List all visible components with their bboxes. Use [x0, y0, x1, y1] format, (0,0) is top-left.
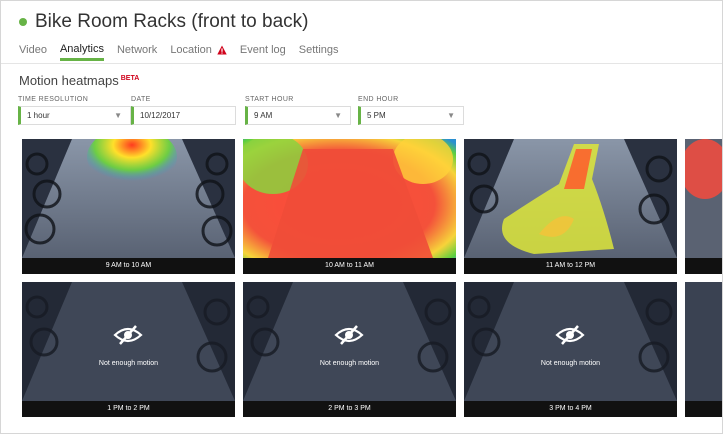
chevron-down-icon: ▼	[114, 111, 122, 120]
heatmap-tile[interactable]: 11 AM to 12 PM	[464, 139, 677, 274]
tab-event-log[interactable]: Event log	[240, 43, 286, 61]
heatmap-caption: 9 AM to 10 AM	[22, 258, 235, 274]
end-hour-filter: END HOUR 5 PM ▼	[358, 96, 464, 125]
tab-video[interactable]: Video	[19, 43, 47, 61]
heatmap-tile[interactable]: Not enough motion 2 PM to 3 PM	[243, 282, 456, 417]
tab-label: Video	[19, 43, 47, 56]
heatmap-tile[interactable]	[685, 282, 722, 417]
end-hour-value: 5 PM	[367, 111, 386, 120]
no-motion-message: Not enough motion	[98, 360, 159, 367]
heatmap-tile[interactable]: 9 AM to 10 AM	[22, 139, 235, 274]
start-hour-value: 9 AM	[254, 111, 273, 120]
end-hour-select[interactable]: 5 PM ▼	[358, 106, 464, 125]
heatmap-image	[22, 139, 235, 258]
heatmap-caption: 10 AM to 11 AM	[243, 258, 456, 274]
start-hour-label: START HOUR	[245, 96, 294, 103]
heatmap-tile[interactable]	[685, 139, 722, 274]
heatmap-caption: 11 AM to 12 PM	[464, 258, 677, 274]
section-title-text: Motion heatmaps	[19, 73, 119, 88]
heatmap-caption: 2 PM to 3 PM	[243, 401, 456, 417]
tabs-divider	[1, 63, 722, 64]
time-resolution-filter: TIME RESOLUTION 1 hour ▼	[18, 96, 131, 125]
heatmap-caption	[685, 401, 722, 417]
tab-bar: Video Analytics Network Location Event l…	[19, 43, 352, 61]
heatmap-image	[464, 139, 677, 258]
tab-label: Network	[116, 43, 158, 56]
online-status-dot	[19, 18, 27, 26]
tab-location[interactable]: Location	[170, 43, 227, 61]
tab-label: Analytics	[59, 43, 104, 55]
tab-settings[interactable]: Settings	[299, 43, 339, 61]
date-label: DATE	[131, 96, 151, 103]
chevron-down-icon: ▼	[447, 111, 455, 120]
heatmap-image	[685, 282, 722, 401]
section-title: Motion heatmaps BETA	[19, 73, 139, 88]
warning-icon	[217, 45, 227, 54]
date-filter: DATE 10/12/2017	[131, 96, 236, 125]
time-resolution-select[interactable]: 1 hour ▼	[18, 106, 131, 125]
heatmap-tile[interactable]: 10 AM to 11 AM	[243, 139, 456, 274]
tab-label: Location	[170, 43, 212, 56]
tab-label: Event log	[239, 43, 286, 56]
heatmap-image	[243, 139, 456, 258]
date-value: 10/12/2017	[140, 111, 181, 120]
time-resolution-value: 1 hour	[27, 111, 50, 120]
tab-label: Settings	[298, 43, 339, 56]
no-motion-message: Not enough motion	[319, 360, 380, 367]
heatmap-caption	[685, 258, 722, 274]
date-field[interactable]: 10/12/2017	[131, 106, 236, 125]
heatmap-caption: 1 PM to 2 PM	[22, 401, 235, 417]
beta-badge: BETA	[120, 74, 140, 82]
camera-analytics-page: Bike Room Racks (front to back) Video An…	[0, 0, 723, 434]
time-resolution-label: TIME RESOLUTION	[18, 96, 89, 103]
camera-header: Bike Room Racks (front to back)	[19, 10, 308, 34]
heatmap-image	[685, 139, 722, 258]
eye-slash-icon	[113, 325, 143, 345]
camera-title: Bike Room Racks (front to back)	[35, 11, 309, 32]
heatmap-tile[interactable]: Not enough motion 1 PM to 2 PM	[22, 282, 235, 417]
eye-slash-icon	[555, 325, 585, 345]
start-hour-filter: START HOUR 9 AM ▼	[245, 96, 351, 125]
start-hour-select[interactable]: 9 AM ▼	[245, 106, 351, 125]
tab-network[interactable]: Network	[117, 43, 157, 61]
eye-slash-icon	[334, 325, 364, 345]
heatmap-caption: 3 PM to 4 PM	[464, 401, 677, 417]
heatmap-tile[interactable]: Not enough motion 3 PM to 4 PM	[464, 282, 677, 417]
chevron-down-icon: ▼	[334, 111, 342, 120]
tab-analytics[interactable]: Analytics	[59, 43, 104, 61]
end-hour-label: END HOUR	[358, 96, 399, 103]
no-motion-message: Not enough motion	[540, 360, 601, 367]
